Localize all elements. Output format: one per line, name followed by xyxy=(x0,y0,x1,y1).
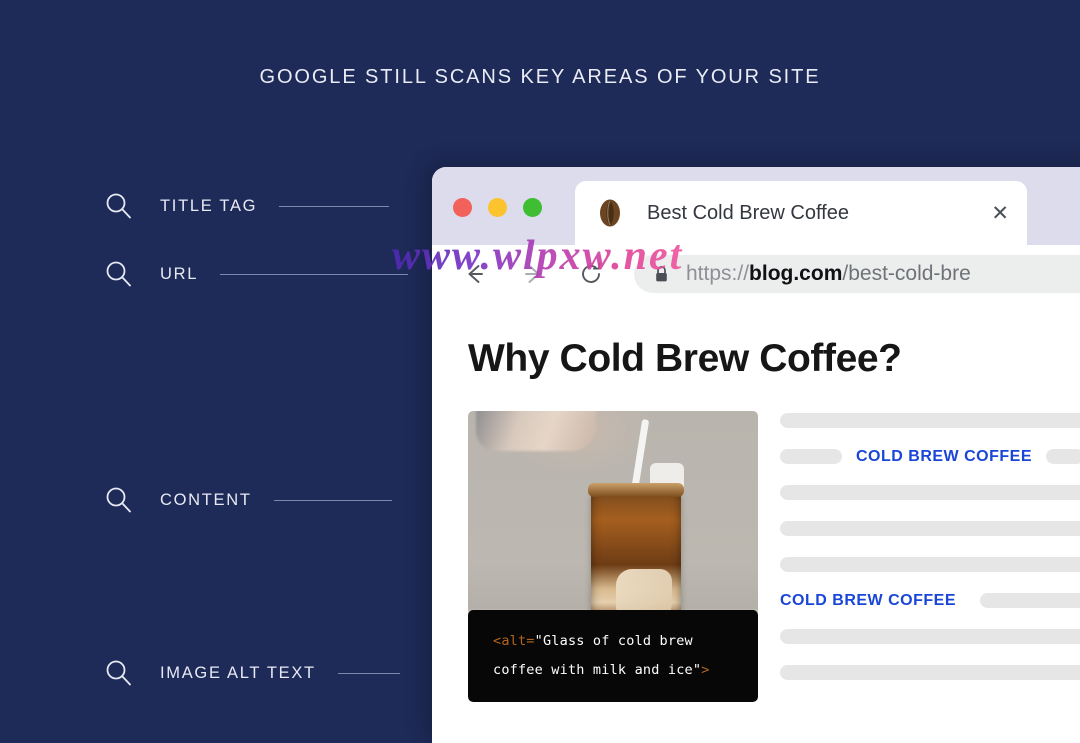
text-placeholder-row xyxy=(780,413,1080,428)
url-scheme: https:// xyxy=(686,262,750,285)
connector-line xyxy=(220,273,409,275)
lock-icon xyxy=(654,265,669,283)
url-bar[interactable]: https://blog.com/best-cold-bre xyxy=(634,255,1080,293)
placeholder-bar xyxy=(780,449,842,464)
checklist-label: IMAGE ALT TEXT xyxy=(160,663,316,682)
arrow-right-icon[interactable] xyxy=(518,259,548,289)
checklist-label: TITLE TAG xyxy=(160,196,258,215)
placeholder-bar xyxy=(780,629,1080,644)
text-placeholder-row xyxy=(780,521,1080,536)
close-icon[interactable]: ✕ xyxy=(981,203,1009,224)
web-page-content: Why Cold Brew Coffee? <alt="Glass of col… xyxy=(432,303,1080,743)
browser-tab[interactable]: Best Cold Brew Coffee ✕ xyxy=(575,181,1027,245)
placeholder-bar xyxy=(780,665,1080,680)
reload-icon[interactable] xyxy=(576,259,606,289)
hand-detail xyxy=(476,411,596,451)
text-placeholder-row xyxy=(780,629,1080,644)
alt-close-tag: > xyxy=(701,662,710,678)
alt-text-line-1: <alt="Glass of cold brew xyxy=(493,627,740,656)
connector-line xyxy=(273,499,392,501)
article-body: <alt="Glass of cold brew coffee with mil… xyxy=(468,411,1080,702)
text-placeholder-row xyxy=(780,485,1080,500)
url-text: https://blog.com/best-cold-bre xyxy=(686,262,971,286)
checklist-item-content[interactable]: CONTENT xyxy=(104,483,392,517)
browser-window: Best Cold Brew Coffee ✕ https://blog.com… xyxy=(432,167,1080,743)
article-image: <alt="Glass of cold brew coffee with mil… xyxy=(468,411,758,702)
window-controls xyxy=(453,198,542,217)
text-placeholder-row xyxy=(780,665,1080,680)
slide-canvas: GOOGLE STILL SCANS KEY AREAS OF YOUR SIT… xyxy=(0,0,1080,743)
article-heading: Why Cold Brew Coffee? xyxy=(468,337,902,380)
connector-line xyxy=(279,205,390,207)
search-icon xyxy=(104,485,134,515)
alt-value-1: "Glass of cold brew xyxy=(534,633,693,649)
url-path: /best-cold-bre xyxy=(842,262,971,285)
placeholder-bar xyxy=(780,521,1080,536)
alt-open-tag: <alt= xyxy=(493,633,535,649)
alt-value-2: coffee with milk and ice" xyxy=(493,662,702,678)
checklist-item-url[interactable]: URL xyxy=(104,257,409,291)
article-text-column: COLD BREW COFFEE COLD BREW COFFEE xyxy=(780,411,1080,702)
placeholder-bar xyxy=(980,593,1080,608)
search-icon xyxy=(104,259,134,289)
placeholder-bar xyxy=(780,413,1080,428)
checklist-item-title-tag[interactable]: TITLE TAG xyxy=(104,189,390,223)
placeholder-bar xyxy=(1046,449,1080,464)
browser-tab-strip: Best Cold Brew Coffee ✕ xyxy=(432,167,1080,245)
page-title: GOOGLE STILL SCANS KEY AREAS OF YOUR SIT… xyxy=(259,66,821,88)
search-icon xyxy=(104,658,134,688)
checklist-item-image-alt-text[interactable]: IMAGE ALT TEXT xyxy=(104,656,400,690)
alt-text-line-2: coffee with milk and ice"> xyxy=(493,656,740,685)
maximize-window-button[interactable] xyxy=(523,198,542,217)
text-placeholder-row: COLD BREW COFFEE xyxy=(780,448,1080,466)
text-placeholder-row xyxy=(780,557,1080,572)
coffee-bean-icon xyxy=(597,198,623,228)
inline-link[interactable]: COLD BREW COFFEE xyxy=(842,448,1046,466)
url-host: blog.com xyxy=(749,262,843,285)
close-window-button[interactable] xyxy=(453,198,472,217)
search-icon xyxy=(104,191,134,221)
text-placeholder-row: COLD BREW COFFEE xyxy=(780,592,1080,610)
arrow-left-icon[interactable] xyxy=(460,259,490,289)
browser-toolbar: https://blog.com/best-cold-bre xyxy=(432,245,1080,303)
checklist-label: URL xyxy=(160,264,199,283)
connector-line xyxy=(337,672,400,674)
tab-title: Best Cold Brew Coffee xyxy=(647,201,849,224)
jar-rim-detail xyxy=(588,483,684,497)
minimize-window-button[interactable] xyxy=(488,198,507,217)
alt-text-overlay: <alt="Glass of cold brew coffee with mil… xyxy=(468,610,758,702)
placeholder-bar xyxy=(780,485,1080,500)
placeholder-bar xyxy=(780,557,1080,572)
inline-link[interactable]: COLD BREW COFFEE xyxy=(780,592,970,610)
checklist-label: CONTENT xyxy=(160,490,252,509)
